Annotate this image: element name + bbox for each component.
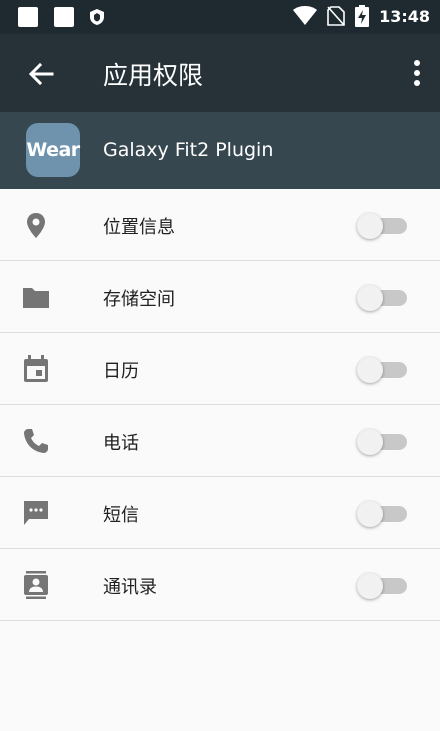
notification-square-icon xyxy=(18,7,38,27)
permission-row-phone[interactable]: 电话 xyxy=(0,405,440,477)
wifi-icon xyxy=(293,6,318,25)
phone-icon xyxy=(24,429,48,453)
app-header: Wear Galaxy Fit2 Plugin xyxy=(0,112,440,189)
permission-label: 电话 xyxy=(103,433,139,454)
permission-label: 存储空间 xyxy=(103,289,175,310)
battery-charging-icon xyxy=(355,5,370,27)
calendar-icon xyxy=(24,355,48,382)
permission-list: 位置信息 存储空间 日历 电话 短信 通讯录 xyxy=(0,189,440,621)
app-toolbar: 应用权限 xyxy=(0,34,440,112)
shield-icon xyxy=(90,9,104,25)
location-pin-icon xyxy=(27,213,45,238)
no-sim-icon xyxy=(327,6,345,26)
permission-row-location[interactable]: 位置信息 xyxy=(0,189,440,261)
permission-row-contacts[interactable]: 通讯录 xyxy=(0,549,440,621)
calendar-toggle[interactable] xyxy=(357,357,407,383)
status-bar: 13:48 xyxy=(0,0,440,34)
wear-app-icon: Wear xyxy=(26,123,80,177)
phone-toggle[interactable] xyxy=(357,429,407,455)
contacts-toggle[interactable] xyxy=(357,573,407,599)
permission-row-sms[interactable]: 短信 xyxy=(0,477,440,549)
notification-square-icon xyxy=(54,7,74,27)
storage-toggle[interactable] xyxy=(357,285,407,311)
contacts-icon xyxy=(24,571,48,599)
app-icon-text: Wear xyxy=(26,139,80,161)
arrow-back-icon[interactable] xyxy=(26,59,56,89)
permission-label: 通讯录 xyxy=(103,577,157,598)
sms-toggle[interactable] xyxy=(357,501,407,527)
app-name: Galaxy Fit2 Plugin xyxy=(103,139,274,161)
permission-label: 短信 xyxy=(103,505,139,526)
permission-row-storage[interactable]: 存储空间 xyxy=(0,261,440,333)
page-title: 应用权限 xyxy=(103,61,204,90)
folder-icon xyxy=(23,288,49,308)
permission-label: 日历 xyxy=(103,361,139,382)
more-vert-icon[interactable] xyxy=(414,60,420,86)
permission-row-calendar[interactable]: 日历 xyxy=(0,333,440,405)
location-toggle[interactable] xyxy=(357,213,407,239)
permission-label: 位置信息 xyxy=(103,217,175,238)
sms-icon xyxy=(24,501,48,525)
status-time: 13:48 xyxy=(379,6,430,26)
